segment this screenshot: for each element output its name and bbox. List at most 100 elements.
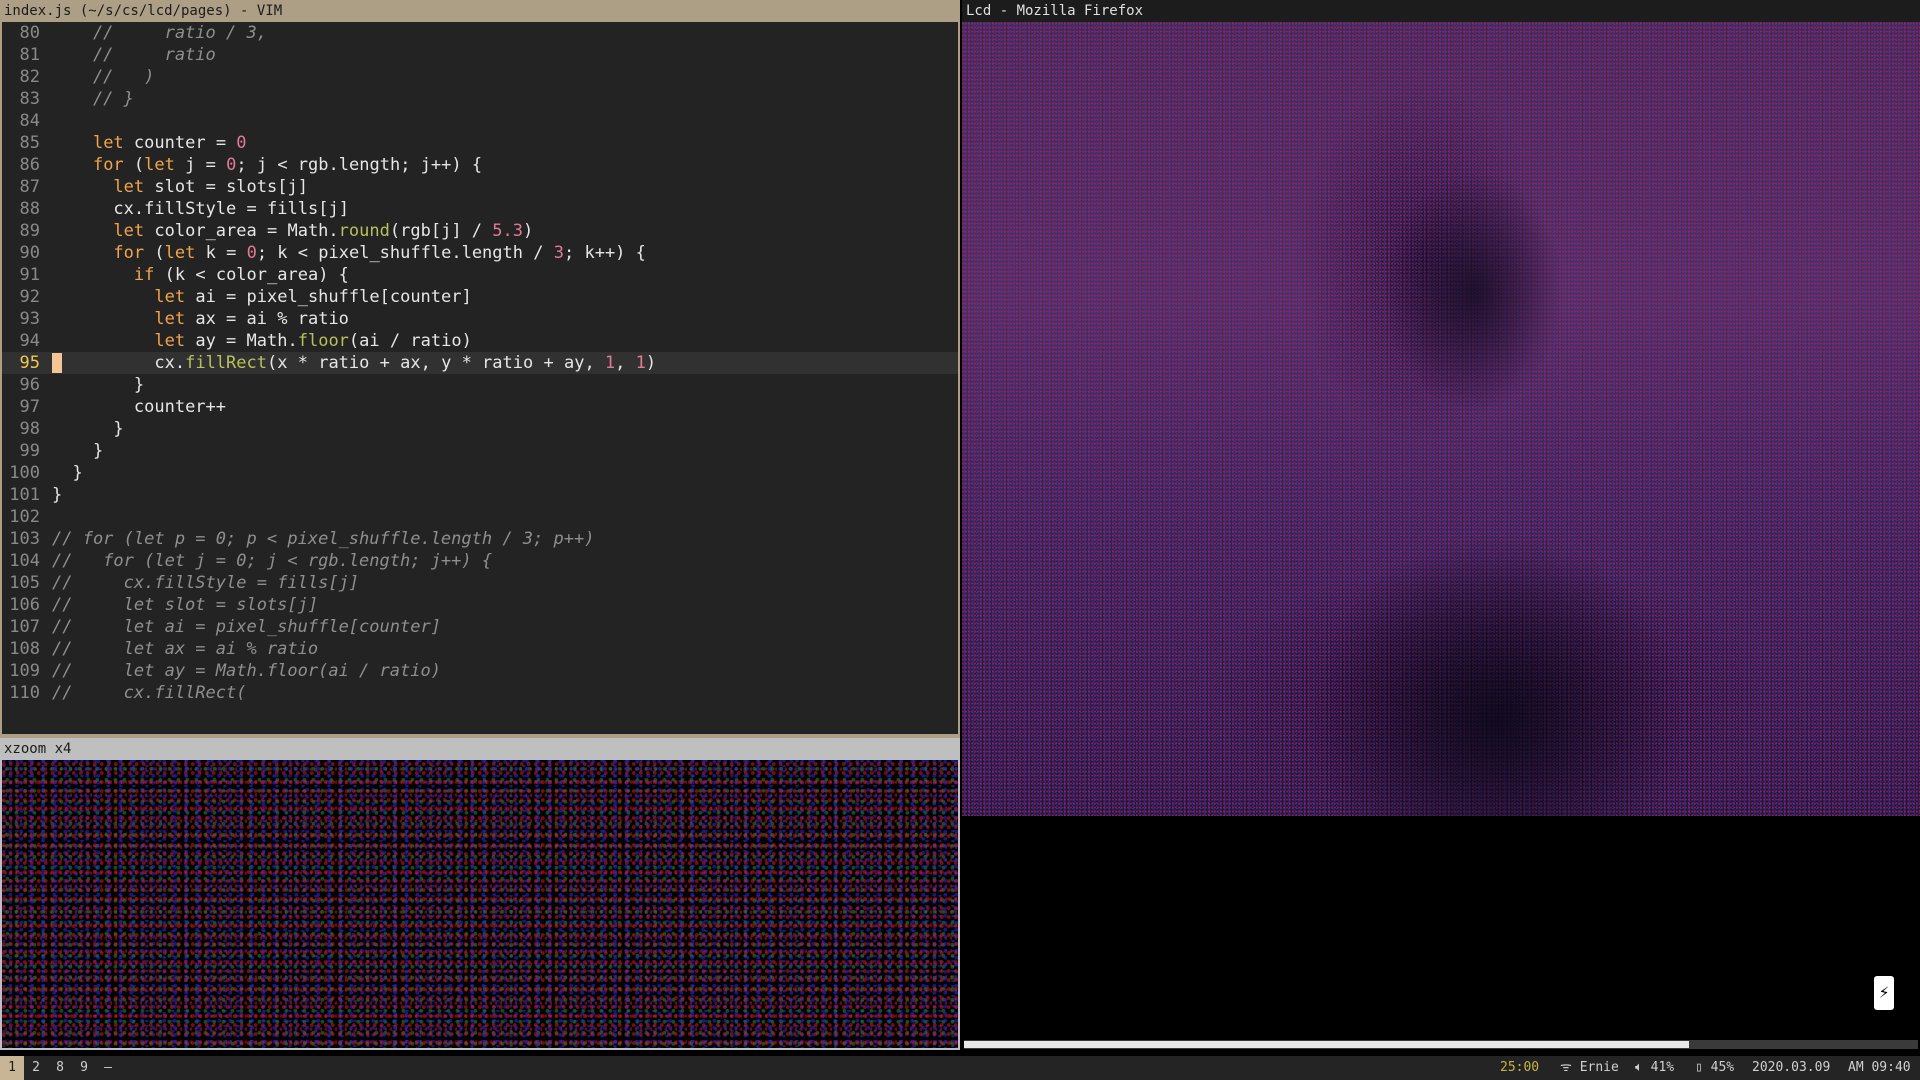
code-line[interactable]: 81 // ratio: [2, 44, 958, 66]
line-number: 108: [9, 639, 40, 659]
line-text: let counter = 0: [92, 133, 247, 153]
volume-status: 🔈︎ 41%: [1635, 1056, 1674, 1080]
status-bar: 1 2 8 9 — 25:00 ᯤ Ernie 🔈︎ 41% ▯ 45% 202…: [0, 1056, 1920, 1080]
code-line[interactable]: 93 let ax = ai % ratio: [2, 308, 958, 330]
lightning-icon[interactable]: ⚡: [1874, 976, 1894, 1010]
code-line[interactable]: 97 counter++: [2, 396, 958, 418]
line-text: }: [52, 463, 83, 483]
code-line[interactable]: 91 if (k < color_area) {: [2, 264, 958, 286]
code-line[interactable]: 85 let counter = 0: [2, 132, 958, 154]
workspace-8[interactable]: 8: [48, 1056, 72, 1080]
code-line[interactable]: 83 // }: [2, 88, 958, 110]
workspace-2[interactable]: 2: [24, 1056, 48, 1080]
date: 2020.03.09: [1752, 1060, 1831, 1075]
workspace-9[interactable]: 9: [72, 1056, 96, 1080]
line-text: // for (let j = 0; j < rgb.length; j++) …: [52, 551, 493, 571]
line-number: 106: [9, 595, 40, 615]
code-line[interactable]: 107 // let ai = pixel_shuffle[counter]: [2, 616, 958, 638]
scrollbar-thumb[interactable]: [964, 1041, 1689, 1048]
line-text: let ai = pixel_shuffle[counter]: [154, 287, 472, 307]
code-line[interactable]: 82 // ): [2, 66, 958, 88]
vim-window[interactable]: index.js (~/s/cs/lcd/pages) - VIM 80 // …: [0, 0, 960, 738]
line-number: 107: [9, 617, 40, 637]
code-line[interactable]: 89 let color_area = Math.round(rgb[j] / …: [2, 220, 958, 242]
code-line[interactable]: 109 // let ay = Math.floor(ai / ratio): [2, 660, 958, 682]
code-line[interactable]: 98 }: [2, 418, 958, 440]
code-line[interactable]: 100 }: [2, 462, 958, 484]
battery-value: 45%: [1710, 1060, 1735, 1075]
code-line[interactable]: 102: [2, 506, 958, 528]
line-text: let ay = Math.floor(ai / ratio): [154, 331, 472, 351]
line-text: // let ax = ai % ratio: [52, 639, 319, 659]
workspace-1[interactable]: 1: [0, 1056, 24, 1080]
code-line[interactable]: 110 // cx.fillRect(: [2, 682, 958, 704]
line-number: 93: [19, 309, 40, 329]
firefox-window[interactable]: Lcd - Mozilla Firefox ⚡: [962, 0, 1920, 1050]
line-number: 83: [19, 89, 40, 109]
line-number: 92: [19, 287, 40, 307]
code-line[interactable]: 106 // let slot = slots[j]: [2, 594, 958, 616]
line-number: 84: [19, 111, 40, 131]
line-text: }: [52, 485, 63, 505]
line-number: 101: [9, 485, 40, 505]
webcam-canvas: [962, 22, 1920, 816]
line-number: 91: [19, 265, 40, 285]
line-text: }: [52, 441, 104, 461]
code-line[interactable]: 87 let slot = slots[j]: [2, 176, 958, 198]
xzoom-pixel-view: [2, 760, 958, 1048]
line-number: 99: [19, 441, 40, 461]
code-line[interactable]: 88 cx.fillStyle = fills[j]: [2, 198, 958, 220]
code-line[interactable]: 104 // for (let j = 0; j < rgb.length; j+…: [2, 550, 958, 572]
line-number: 103: [9, 529, 40, 549]
line-text: // ratio / 3,: [52, 23, 267, 43]
code-line[interactable]: 92 let ai = pixel_shuffle[counter]: [2, 286, 958, 308]
code-line[interactable]: 99 }: [2, 440, 958, 462]
line-number: 87: [19, 177, 40, 197]
line-text: if (k < color_area) {: [133, 265, 349, 285]
code-line[interactable]: 105 // cx.fillStyle = fills[j]: [2, 572, 958, 594]
line-number: 102: [9, 507, 40, 527]
wifi-name: Ernie: [1579, 1060, 1619, 1075]
line-number: 97: [19, 397, 40, 417]
line-text: for (let j = 0; j < rgb.length; j++) {: [92, 155, 483, 175]
wifi-icon: ᯤ: [1560, 1060, 1572, 1075]
line-number: 81: [19, 45, 40, 65]
code-line[interactable]: 95 cx.fillRect(x * ratio + ax, y * ratio…: [2, 352, 958, 374]
line-number: 110: [9, 683, 40, 703]
code-line[interactable]: 108 // let ax = ai % ratio: [2, 638, 958, 660]
line-text: }: [52, 375, 145, 395]
line-number: 88: [19, 199, 40, 219]
line-number: 85: [19, 133, 40, 153]
line-text: // }: [52, 89, 134, 109]
line-number: 105: [9, 573, 40, 593]
battery-status: ▯ 45%: [1695, 1056, 1734, 1080]
line-text: cx.fillRect(x * ratio + ax, y * ratio + …: [154, 353, 657, 373]
line-text: }: [52, 419, 124, 439]
volume-value: 41%: [1650, 1060, 1675, 1075]
line-number: 96: [19, 375, 40, 395]
line-text: // ratio: [52, 45, 216, 65]
xzoom-window[interactable]: xzoom x4: [0, 738, 960, 1050]
code-line[interactable]: 90 for (let k = 0; k < pixel_shuffle.len…: [2, 242, 958, 264]
code-line[interactable]: 86 for (let j = 0; j < rgb.length; j++) …: [2, 154, 958, 176]
code-line[interactable]: 103 // for (let p = 0; p < pixel_shuffle.…: [2, 528, 958, 550]
code-line[interactable]: 101}: [2, 484, 958, 506]
line-number: 98: [19, 419, 40, 439]
code-line[interactable]: 84: [2, 110, 958, 132]
line-number: 94: [19, 331, 40, 351]
workspace-separator: —: [104, 1060, 112, 1075]
line-text: let slot = slots[j]: [113, 177, 308, 197]
line-text: // ): [52, 67, 155, 87]
text-cursor: [52, 353, 62, 373]
code-line[interactable]: 96 }: [2, 374, 958, 396]
line-number: 80: [19, 23, 40, 43]
code-editor[interactable]: 80 // ratio / 3, 81 // ratio 82 // ) 83 // …: [2, 22, 958, 734]
code-line[interactable]: 80 // ratio / 3,: [2, 22, 958, 44]
speaker-icon: 🔈︎: [1635, 1060, 1643, 1075]
firefox-title: Lcd - Mozilla Firefox: [962, 0, 1920, 22]
xzoom-title: xzoom x4: [0, 738, 960, 760]
code-line[interactable]: 94 let ay = Math.floor(ai / ratio): [2, 330, 958, 352]
line-text: for (let k = 0; k < pixel_shuffle.length…: [113, 243, 646, 263]
horizontal-scrollbar[interactable]: [964, 1040, 1918, 1049]
line-number: 89: [19, 221, 40, 241]
